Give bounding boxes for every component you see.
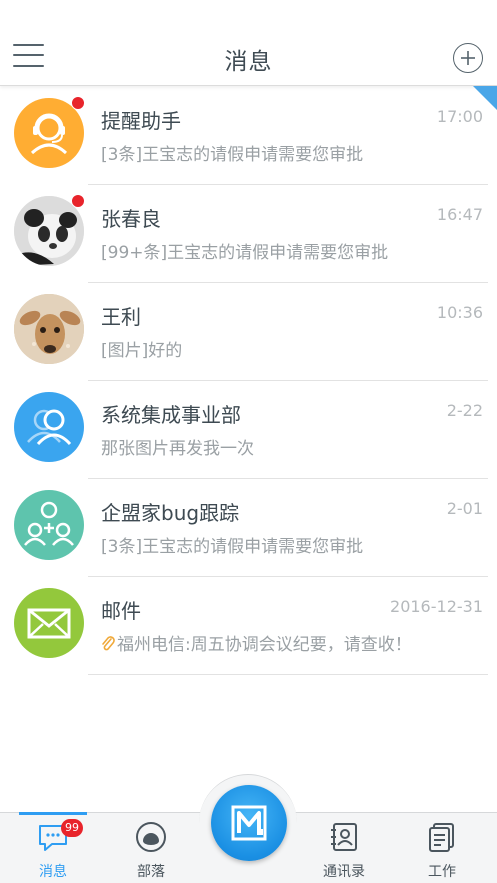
- deer-photo: [14, 294, 84, 364]
- corner-flag: [473, 86, 497, 110]
- conversation-time: 2-01: [446, 499, 483, 518]
- conversation-row-zhang[interactable]: 张春良 16:47 [99+条]王宝志的请假申请需要您审批: [0, 185, 497, 283]
- conversation-title: 张春良: [101, 207, 161, 231]
- group-icon: [27, 409, 72, 446]
- center-action-button[interactable]: [211, 785, 287, 861]
- page-title: 消息: [224, 49, 273, 75]
- avatar: [14, 96, 85, 168]
- tab-label: 部落: [137, 864, 165, 880]
- center-button-frame: [199, 774, 297, 872]
- conversation-title: 提醒助手: [101, 109, 181, 133]
- conversation-list: 提醒助手 17:00 [3条]王宝志的请假申请需要您审批 张春良 16:47 […: [0, 87, 497, 675]
- tab-work[interactable]: 工作: [402, 821, 482, 881]
- unread-dot: [71, 96, 85, 110]
- conversation-time: 2-22: [446, 401, 483, 420]
- conversation-preview: [3条]王宝志的请假申请需要您审批: [101, 537, 364, 557]
- tab-contacts[interactable]: 通讯录: [304, 821, 384, 881]
- conversation-title: 企盟家bug跟踪: [101, 501, 240, 525]
- avatar: [14, 392, 84, 462]
- envelope-icon: [27, 608, 71, 639]
- tab-label: 工作: [428, 864, 456, 880]
- conversation-time: 10:36: [436, 303, 483, 322]
- add-group-icon: [24, 501, 74, 546]
- conversation-title: 邮件: [101, 599, 141, 623]
- paperclip-icon: [102, 636, 115, 651]
- conversation-time: 16:47: [436, 205, 483, 224]
- plus-circle-icon: [461, 51, 475, 65]
- work-icon: [429, 823, 454, 852]
- conversation-row-wang[interactable]: 王利 10:36 [图片]好的: [0, 283, 497, 381]
- tab-messages[interactable]: 99 消息: [13, 819, 93, 881]
- unread-badge: 99: [61, 819, 83, 837]
- avatar: [14, 294, 84, 364]
- tab-tribe[interactable]: 部落: [111, 821, 191, 881]
- conversation-title: 王利: [101, 305, 141, 329]
- conversation-row-reminder[interactable]: 提醒助手 17:00 [3条]王宝志的请假申请需要您审批: [0, 87, 497, 185]
- tribe-icon: [136, 822, 166, 852]
- conversation-preview: [99+条]王宝志的请假申请需要您审批: [101, 243, 389, 263]
- conversation-title: 系统集成事业部: [101, 403, 241, 427]
- conversation-preview: [图片]好的: [101, 341, 183, 361]
- tab-label: 通讯录: [323, 864, 365, 880]
- avatar: [14, 194, 85, 266]
- conversation-row-department[interactable]: 系统集成事业部 2-22 那张图片再发我一次: [0, 381, 497, 479]
- active-tab-indicator: [19, 812, 87, 815]
- contacts-icon: [331, 823, 357, 851]
- conversation-row-mail[interactable]: 邮件 2016-12-31 福州电信:周五协调会议纪要，请查收！: [0, 577, 497, 675]
- conversation-preview: [3条]王宝志的请假申请需要您审批: [101, 145, 364, 165]
- unread-dot: [71, 194, 85, 208]
- conversation-preview: 那张图片再发我一次: [101, 439, 254, 459]
- conversation-row-bug-tracker[interactable]: 企盟家bug跟踪 2-01 [3条]王宝志的请假申请需要您审批: [0, 479, 497, 577]
- add-button[interactable]: [453, 43, 483, 73]
- preview-text: 福州电信:周五协调会议纪要，请查收！: [117, 635, 412, 655]
- conversation-preview: 福州电信:周五协调会议纪要，请查收！: [101, 630, 412, 655]
- top-bar: 消息: [0, 0, 497, 86]
- m-logo-icon: [231, 805, 267, 841]
- divider: [88, 674, 488, 675]
- conversation-time: 2016-12-31: [390, 597, 483, 616]
- avatar: [14, 490, 84, 560]
- tab-label: 消息: [39, 864, 67, 880]
- avatar: [14, 588, 84, 658]
